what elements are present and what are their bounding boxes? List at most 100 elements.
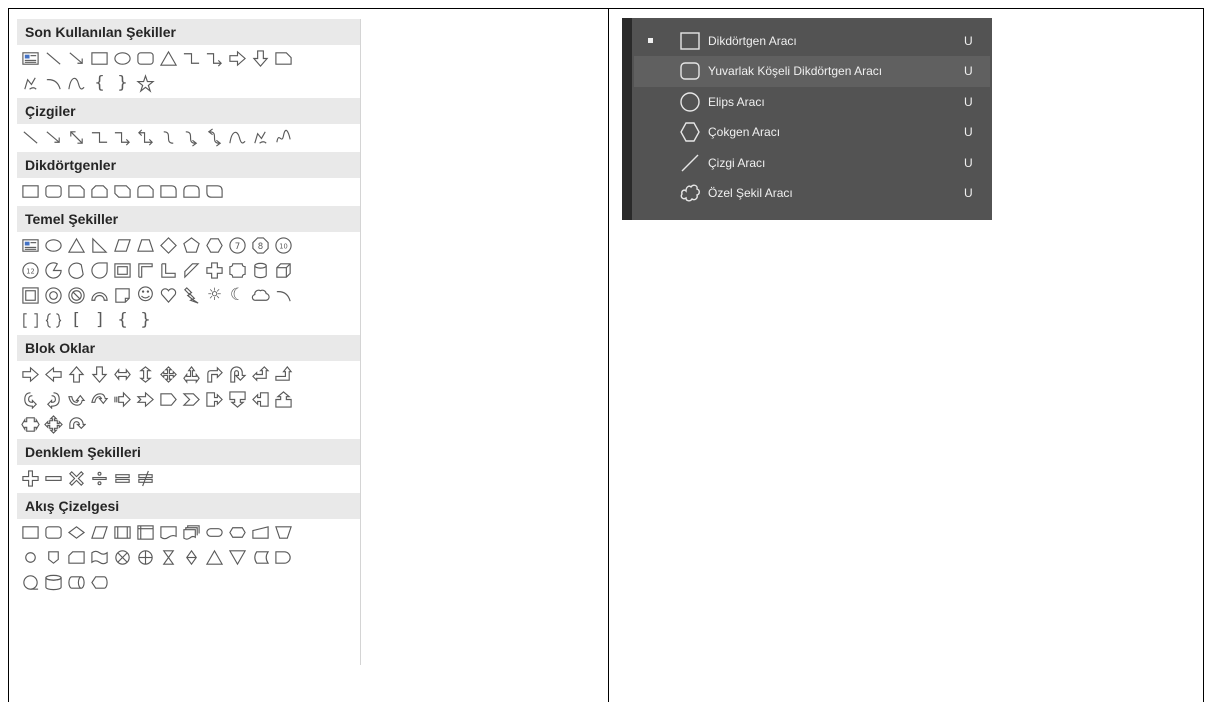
curve-icon[interactable] [65, 71, 88, 96]
block-arc-icon[interactable] [88, 283, 111, 308]
chord-icon[interactable] [65, 258, 88, 283]
quad-arrow-callout-icon[interactable] [42, 412, 65, 437]
elbow-connector-icon[interactable] [180, 46, 203, 71]
striped-right-arrow-icon[interactable] [111, 387, 134, 412]
tool-menu-item[interactable]: Yuvarlak Köşeli Dikdörtgen Aracı U [634, 55, 990, 87]
scribble-icon[interactable] [272, 125, 295, 150]
parallelogram-icon[interactable] [111, 233, 134, 258]
right-arrow-icon[interactable] [19, 362, 42, 387]
notched-right-arrow-icon[interactable] [134, 387, 157, 412]
multiply-icon[interactable] [65, 466, 88, 491]
right-brace-icon[interactable]: } [111, 71, 134, 96]
folded-corner-icon[interactable] [111, 283, 134, 308]
tool-menu-item[interactable]: Çizgi Aracı U [634, 147, 990, 178]
up-arrow-icon[interactable] [65, 362, 88, 387]
connector-icon[interactable] [19, 545, 42, 570]
sun-icon[interactable]: ☼ [203, 283, 226, 308]
arc-icon[interactable] [272, 283, 295, 308]
round-same-side-icon[interactable] [180, 179, 203, 204]
line-icon[interactable] [42, 46, 65, 71]
lightning-icon[interactable] [180, 283, 203, 308]
right-brace-icon[interactable]: } [134, 308, 157, 333]
left-right-arrow-callout-icon[interactable] [19, 412, 42, 437]
curved-arrow-connector-icon[interactable] [180, 125, 203, 150]
round-diagonal-icon[interactable] [203, 179, 226, 204]
extract-icon[interactable] [203, 545, 226, 570]
manual-operation-icon[interactable] [272, 520, 295, 545]
plaque-icon[interactable] [226, 258, 249, 283]
down-arrow-icon[interactable] [88, 362, 111, 387]
or-icon[interactable] [134, 545, 157, 570]
left-right-arrow-icon[interactable] [111, 362, 134, 387]
right-arrow-icon[interactable] [226, 46, 249, 71]
elbow-double-arrow-icon[interactable] [134, 125, 157, 150]
minus-icon[interactable] [42, 466, 65, 491]
freeform-icon[interactable] [249, 125, 272, 150]
internal-storage-icon[interactable] [134, 520, 157, 545]
rectangle-icon[interactable] [19, 179, 42, 204]
triangle-icon[interactable] [157, 46, 180, 71]
left-bracket-icon[interactable]: [ [65, 308, 88, 333]
elbow-arrow-connector-icon[interactable] [203, 46, 226, 71]
text-box-icon[interactable] [19, 46, 42, 71]
equal-icon[interactable] [111, 466, 134, 491]
snip-diagonal-icon[interactable] [111, 179, 134, 204]
stored-data-icon[interactable] [249, 545, 272, 570]
down-arrow-icon[interactable] [249, 46, 272, 71]
curved-up-arrow-icon[interactable] [65, 387, 88, 412]
oval-icon[interactable] [42, 233, 65, 258]
heptagon-icon[interactable]: 7 [226, 233, 249, 258]
sort-icon[interactable] [180, 545, 203, 570]
octagon-icon[interactable]: 8 [249, 233, 272, 258]
not-equal-icon[interactable] [134, 466, 157, 491]
decagon-icon[interactable]: 10 [272, 233, 295, 258]
line-icon[interactable] [19, 125, 42, 150]
left-arrow-icon[interactable] [42, 362, 65, 387]
smiley-icon[interactable]: ☺ [134, 283, 157, 308]
rounded-rectangle-icon[interactable] [134, 46, 157, 71]
chevron-icon[interactable] [180, 387, 203, 412]
double-brace-icon[interactable] [42, 308, 65, 333]
cloud-icon[interactable] [249, 283, 272, 308]
bent-up-arrow-icon[interactable] [272, 362, 295, 387]
predefined-process-icon[interactable] [111, 520, 134, 545]
elbow-connector-icon[interactable] [88, 125, 111, 150]
snip-same-side-icon[interactable] [88, 179, 111, 204]
left-brace-icon[interactable]: { [88, 71, 111, 96]
snip-single-corner-icon[interactable] [65, 179, 88, 204]
punched-tape-icon[interactable] [88, 545, 111, 570]
curved-down-arrow-icon[interactable] [88, 387, 111, 412]
up-down-arrow-icon[interactable] [134, 362, 157, 387]
left-brace-icon[interactable]: { [111, 308, 134, 333]
up-arrow-callout-icon[interactable] [272, 387, 295, 412]
summing-junction-icon[interactable] [111, 545, 134, 570]
bevel-icon[interactable] [19, 283, 42, 308]
data-icon[interactable] [88, 520, 111, 545]
hexagon-icon[interactable] [203, 233, 226, 258]
rectangle-icon[interactable] [88, 46, 111, 71]
right-triangle-icon[interactable] [88, 233, 111, 258]
teardrop-icon[interactable] [88, 258, 111, 283]
diagonal-stripe-icon[interactable] [180, 258, 203, 283]
l-shape-icon[interactable] [157, 258, 180, 283]
tool-menu-item[interactable]: Elips Aracı U [634, 86, 990, 117]
division-icon[interactable] [88, 466, 111, 491]
offpage-connector-icon[interactable] [42, 545, 65, 570]
dodecagon-icon[interactable]: 12 [19, 258, 42, 283]
right-arrow-callout-icon[interactable] [203, 387, 226, 412]
rounded-rectangle-icon[interactable] [42, 179, 65, 204]
alternate-process-icon[interactable] [42, 520, 65, 545]
merge-icon[interactable] [226, 545, 249, 570]
curved-left-arrow-icon[interactable] [42, 387, 65, 412]
no-symbol-icon[interactable] [65, 283, 88, 308]
snip-corner-icon[interactable] [272, 46, 295, 71]
pentagon-icon[interactable] [180, 233, 203, 258]
cross-icon[interactable] [203, 258, 226, 283]
quad-arrow-icon[interactable] [157, 362, 180, 387]
arc-icon[interactable] [42, 71, 65, 96]
direct-access-storage-icon[interactable] [65, 570, 88, 595]
arrow-line-icon[interactable] [42, 125, 65, 150]
plus-icon[interactable] [19, 466, 42, 491]
process-icon[interactable] [19, 520, 42, 545]
diamond-icon[interactable] [157, 233, 180, 258]
